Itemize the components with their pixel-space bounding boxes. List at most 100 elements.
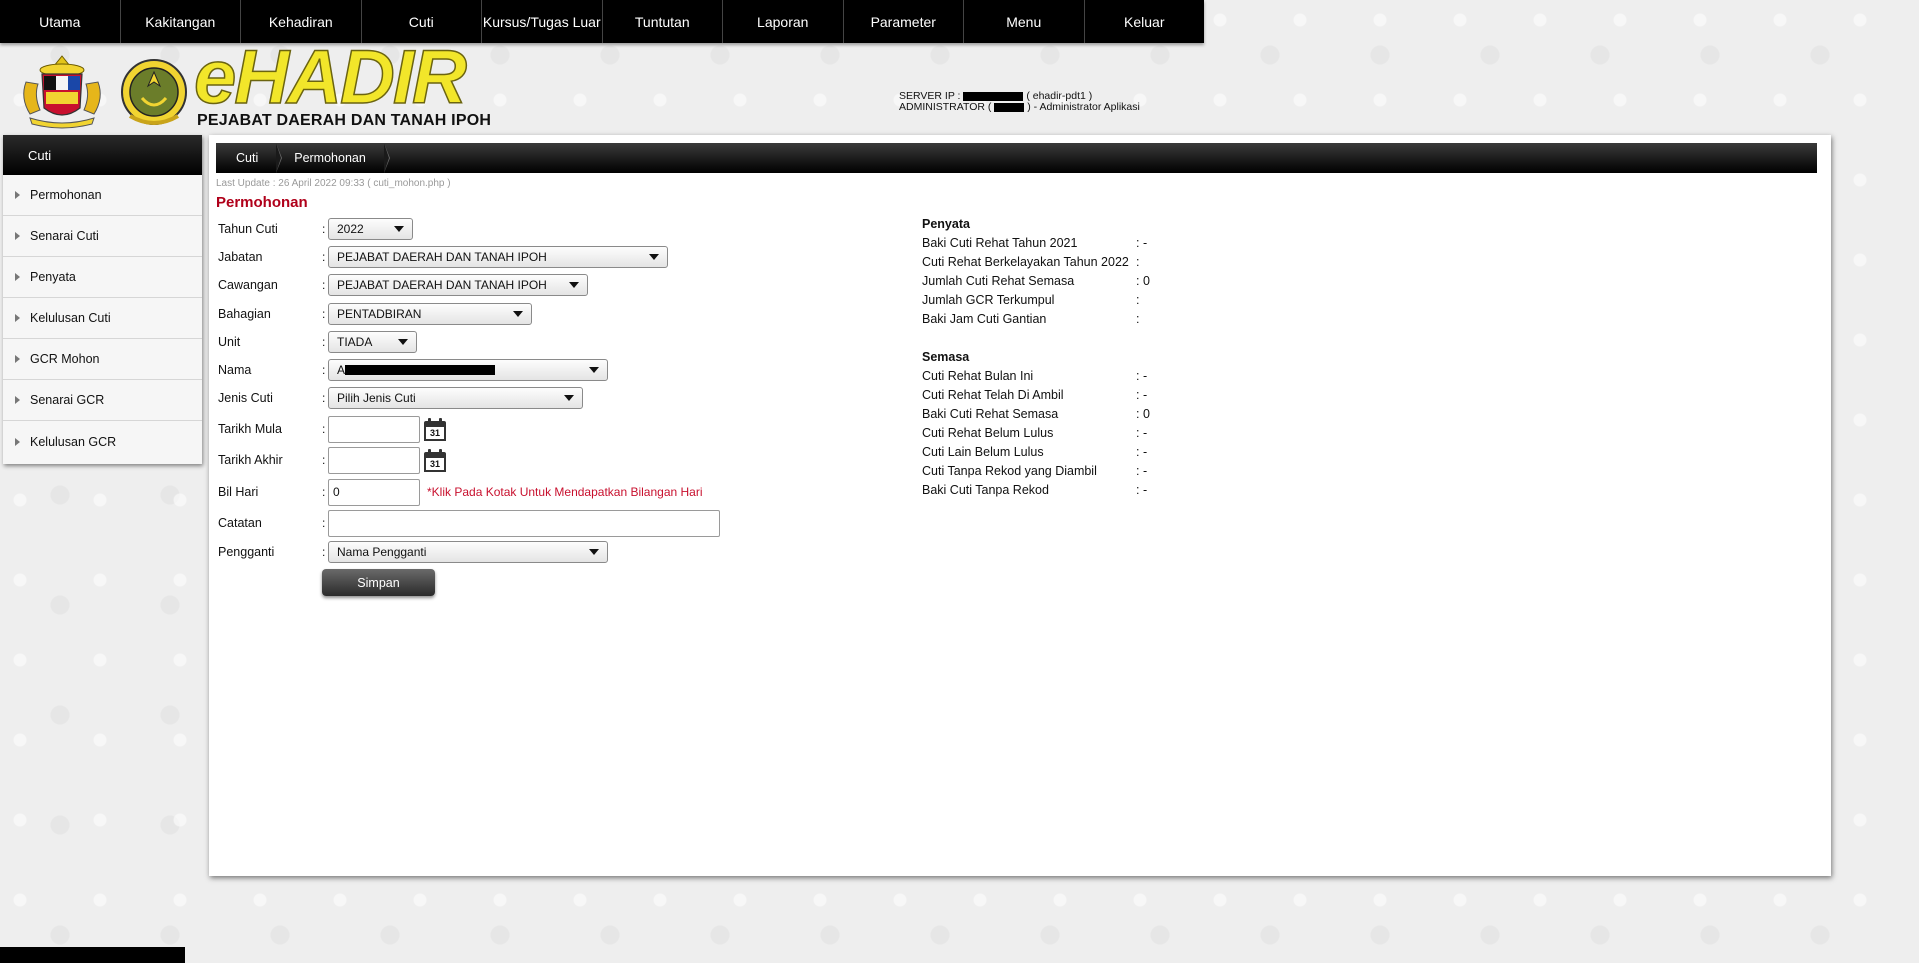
stat-value: : <box>1136 312 1140 326</box>
tarikh-mula-label: Tarikh Mula <box>218 422 282 436</box>
nav-tuntutan[interactable]: Tuntutan <box>603 0 723 43</box>
row-cawangan: Cawangan : PEJABAT DAERAH DAN TANAH IPOH <box>218 272 588 298</box>
nav-utama[interactable]: Utama <box>0 0 121 43</box>
breadcrumb-cuti[interactable]: Cuti <box>216 143 283 173</box>
stat-label: Cuti Rehat Berkelayakan Tahun 2022 <box>922 255 1129 269</box>
nama-select[interactable]: A <box>328 359 608 381</box>
stat-value: : 0 <box>1136 407 1150 421</box>
tahun-cuti-select[interactable]: 2022 <box>328 218 413 240</box>
calendar-icon[interactable]: 31 <box>424 448 446 472</box>
stat-label: Cuti Rehat Bulan Ini <box>922 369 1034 383</box>
stat-label: Jumlah GCR Terkumpul <box>922 293 1055 307</box>
penyata-title: Penyata <box>922 217 970 231</box>
jenis-cuti-select[interactable]: Pilih Jenis Cuti <box>328 387 583 409</box>
last-update: Last Update : 26 April 2022 09:33 ( cuti… <box>216 178 451 189</box>
breadcrumb: Cuti Permohonan <box>216 143 1817 173</box>
stat-label: Cuti Tanpa Rekod yang Diambil <box>922 464 1097 478</box>
tarikh-mula-input[interactable] <box>328 415 420 443</box>
simpan-button[interactable]: Simpan <box>322 569 435 596</box>
tahun-cuti-value: 2022 <box>337 222 364 236</box>
calendar-ring <box>428 417 431 424</box>
caret-right-icon <box>15 232 20 240</box>
breadcrumb-permohonan[interactable]: Permohonan <box>276 143 390 173</box>
row-jabatan: Jabatan : PEJABAT DAERAH DAN TANAH IPOH <box>218 244 668 270</box>
bahagian-value: PENTADBIRAN <box>337 307 422 321</box>
stat-label: Baki Jam Cuti Gantian <box>922 312 1047 326</box>
catatan-input[interactable] <box>328 509 720 537</box>
jabatan-select[interactable]: PEJABAT DAERAH DAN TANAH IPOH <box>328 246 668 268</box>
nav-laporan[interactable]: Laporan <box>723 0 844 43</box>
bil-hari-input[interactable]: 0 <box>328 478 420 506</box>
sidebar-item-penyata[interactable]: Penyata <box>3 257 202 298</box>
chevron-down-icon <box>394 226 404 232</box>
chevron-down-icon <box>649 254 659 260</box>
caret-right-icon <box>15 355 20 363</box>
nama-value: A <box>337 363 346 377</box>
pengganti-label: Pengganti <box>218 545 275 559</box>
pengganti-select[interactable]: Nama Pengganti <box>328 541 608 563</box>
stat-label: Cuti Lain Belum Lulus <box>922 445 1044 459</box>
semasa-row: Cuti Rehat Bulan Ini: - <box>922 367 1150 386</box>
calendar-day: 31 <box>424 457 446 472</box>
chevron-down-icon <box>589 549 599 555</box>
row-nama: Nama : A <box>218 357 608 383</box>
sidebar-item-label: Penyata <box>30 270 76 284</box>
stat-value: : - <box>1136 445 1148 459</box>
cawangan-value: PEJABAT DAERAH DAN TANAH IPOH <box>337 278 547 292</box>
nav-menu[interactable]: Menu <box>964 0 1085 43</box>
office-name: PEJABAT DAERAH DAN TANAH IPOH <box>197 112 492 129</box>
penyata-row: Jumlah Cuti Rehat Semasa: 0 <box>922 272 1150 291</box>
sidebar-item-permohonan[interactable]: Permohonan <box>3 175 202 216</box>
unit-label: Unit <box>218 335 241 349</box>
row-catatan: Catatan : <box>218 508 720 538</box>
cawangan-select[interactable]: PEJABAT DAERAH DAN TANAH IPOH <box>328 274 588 296</box>
nav-keluar[interactable]: Keluar <box>1085 0 1205 43</box>
row-unit: Unit : TIADA <box>218 329 417 355</box>
admin-role: ) - Administrator Aplikasi <box>1027 101 1140 113</box>
state-emblem-icon <box>121 59 187 125</box>
tahun-cuti-label: Tahun Cuti <box>218 222 278 236</box>
sidebar-item-kelulusan-gcr[interactable]: Kelulusan GCR <box>3 421 202 462</box>
catatan-label: Catatan <box>218 516 262 530</box>
tarikh-akhir-label: Tarikh Akhir <box>218 453 283 467</box>
row-jenis-cuti: Jenis Cuti : Pilih Jenis Cuti <box>218 385 583 411</box>
row-bahagian: Bahagian : PENTADBIRAN <box>218 301 532 327</box>
stat-value: : - <box>1136 426 1148 440</box>
sidebar-item-senarai-cuti[interactable]: Senarai Cuti <box>3 216 202 257</box>
sidebar-item-label: Permohonan <box>30 188 102 202</box>
app-logo: eHADIR <box>193 35 467 120</box>
penyata-row: Jumlah GCR Terkumpul: <box>922 291 1150 310</box>
penyata-row: Cuti Rehat Berkelayakan Tahun 2022: <box>922 253 1150 272</box>
bahagian-select[interactable]: PENTADBIRAN <box>328 303 532 325</box>
row-tahun-cuti: Tahun Cuti : 2022 <box>218 216 413 242</box>
stat-value: : - <box>1136 236 1148 250</box>
calendar-icon[interactable]: 31 <box>424 417 446 441</box>
unit-value: TIADA <box>337 335 373 349</box>
sidebar-item-gcr-mohon[interactable]: GCR Mohon <box>3 339 202 380</box>
stat-value: : - <box>1136 388 1148 402</box>
admin-label: ADMINISTRATOR ( <box>899 101 992 113</box>
stat-label: Baki Cuti Tanpa Rekod <box>922 483 1049 497</box>
chevron-down-icon <box>398 339 408 345</box>
semasa-section: Semasa Cuti Rehat Bulan Ini: - Cuti Reha… <box>922 348 1150 500</box>
row-tarikh-mula: Tarikh Mula : 31 <box>218 414 446 444</box>
caret-right-icon <box>15 273 20 281</box>
penyata-row: Baki Jam Cuti Gantian: <box>922 310 1150 329</box>
sidebar-item-kelulusan-cuti[interactable]: Kelulusan Cuti <box>3 298 202 339</box>
nav-kursus-tugas-luar[interactable]: Kursus/Tugas Luar <box>482 0 603 43</box>
unit-select[interactable]: TIADA <box>328 331 417 353</box>
sidebar-title: Cuti <box>3 135 202 175</box>
chevron-down-icon <box>589 367 599 373</box>
redacted-name <box>345 365 496 375</box>
penyata-section: Penyata Baki Cuti Rehat Tahun 2021: - Cu… <box>922 215 1150 329</box>
stat-label: Baki Cuti Rehat Semasa <box>922 407 1059 421</box>
row-tarikh-akhir: Tarikh Akhir : 31 <box>218 445 446 475</box>
footer-bar <box>0 947 185 963</box>
nav-parameter[interactable]: Parameter <box>844 0 964 43</box>
jabatan-label: Jabatan <box>218 250 263 264</box>
semasa-row: Baki Cuti Tanpa Rekod : - <box>922 481 1150 500</box>
stat-value: : - <box>1136 483 1148 497</box>
bahagian-label: Bahagian <box>218 307 271 321</box>
sidebar-item-senarai-gcr[interactable]: Senarai GCR <box>3 380 202 421</box>
tarikh-akhir-input[interactable] <box>328 446 420 474</box>
